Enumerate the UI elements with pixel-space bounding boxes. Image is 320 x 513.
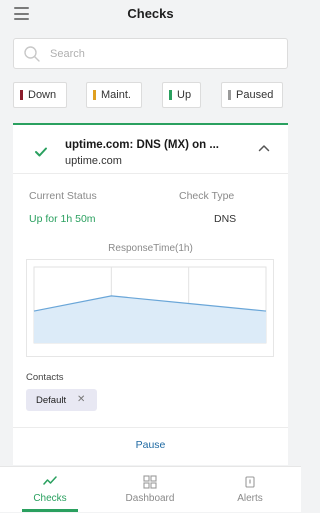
filter-down-label: Down	[28, 89, 56, 101]
check-type-label: Check Type	[179, 190, 234, 202]
header: Checks	[0, 0, 301, 30]
status-filters: Down Maint. Up Paused	[0, 82, 301, 108]
filter-up[interactable]: Up	[162, 82, 201, 108]
alert-icon	[243, 475, 257, 489]
filter-paused[interactable]: Paused	[221, 82, 283, 108]
pause-button[interactable]: Pause	[13, 439, 288, 451]
paused-color-bar	[228, 90, 231, 100]
filter-down[interactable]: Down	[13, 82, 67, 108]
tab-dashboard-label: Dashboard	[100, 493, 200, 504]
dashboard-grid-icon	[143, 475, 157, 489]
close-icon[interactable]: ✕	[77, 394, 85, 405]
divider	[13, 173, 288, 174]
up-color-bar	[169, 90, 172, 100]
tab-alerts[interactable]: Alerts	[200, 467, 300, 513]
tab-checks-label: Checks	[0, 493, 100, 504]
filter-paused-label: Paused	[236, 89, 273, 101]
tab-dashboard[interactable]: Dashboard	[100, 467, 200, 513]
contact-chip: Default ✕	[26, 389, 97, 411]
check-card: uptime.com: DNS (MX) on ... uptime.com C…	[13, 123, 288, 465]
activity-icon	[43, 475, 57, 487]
chevron-up-icon[interactable]	[258, 144, 270, 152]
response-time-title: ResponseTime(1h)	[13, 243, 288, 254]
current-status-label: Current Status	[29, 190, 97, 202]
page-title: Checks	[0, 6, 301, 21]
search-input[interactable]	[50, 44, 280, 64]
bottom-tab-bar: Checks Dashboard Alerts	[0, 466, 301, 512]
response-time-chart	[26, 259, 274, 357]
down-color-bar	[20, 90, 23, 100]
filter-maintenance[interactable]: Maint.	[86, 82, 142, 108]
divider	[13, 427, 288, 428]
check-host: uptime.com	[65, 155, 122, 167]
filter-maintenance-label: Maint.	[101, 89, 131, 101]
tab-alerts-label: Alerts	[200, 493, 300, 504]
chart-area-fill	[34, 296, 266, 343]
checkmark-icon	[34, 146, 48, 158]
contact-chip-label: Default	[36, 395, 66, 406]
filter-up-label: Up	[177, 89, 191, 101]
search-icon	[23, 45, 41, 63]
search-box[interactable]	[13, 38, 288, 69]
current-status-value: Up for 1h 50m	[29, 213, 96, 225]
maintenance-color-bar	[93, 90, 96, 100]
check-type-value: DNS	[214, 213, 236, 225]
response-time-chart-svg	[27, 260, 273, 356]
contacts-label: Contacts	[26, 372, 64, 383]
tab-checks[interactable]: Checks	[0, 467, 100, 513]
check-name[interactable]: uptime.com: DNS (MX) on ...	[65, 139, 219, 151]
